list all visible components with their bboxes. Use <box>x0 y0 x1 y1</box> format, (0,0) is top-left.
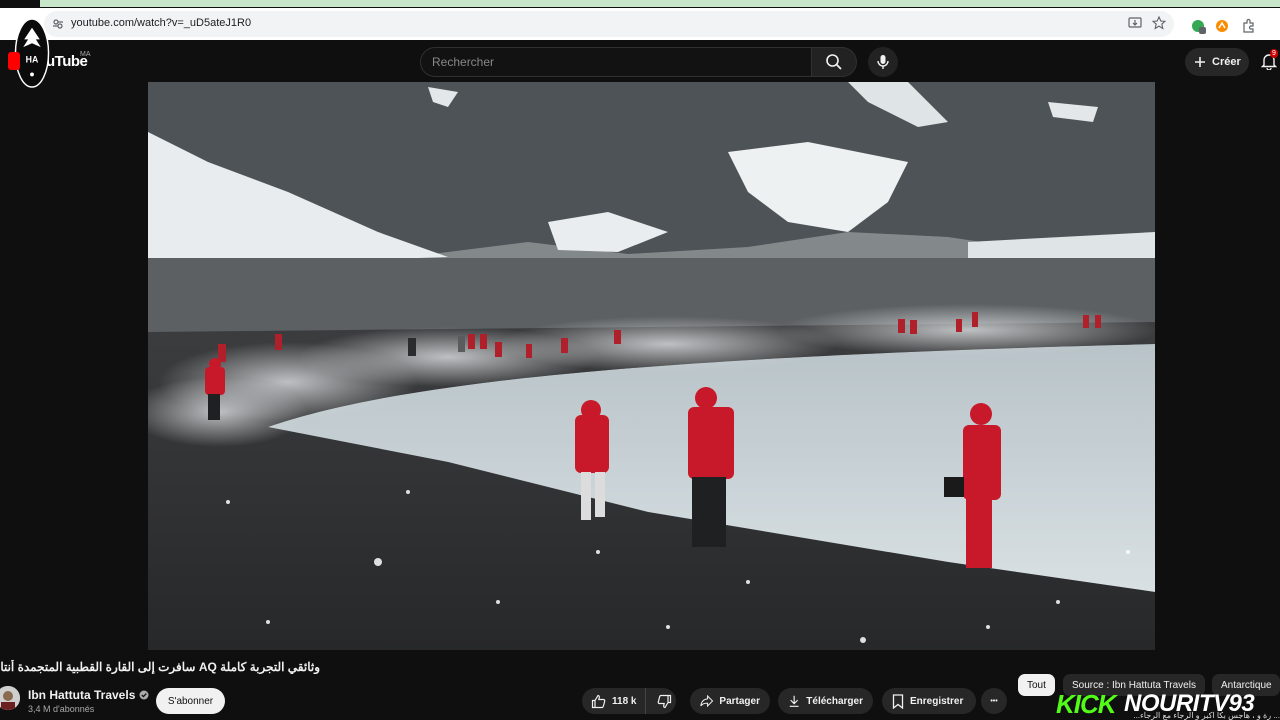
subscriber-count: 3,4 M d'abonnés <box>28 704 95 714</box>
browser-top-strip <box>0 0 1280 8</box>
channel-avatar[interactable] <box>0 686 20 710</box>
search-icon <box>826 54 842 70</box>
chip-all[interactable]: Tout <box>1018 674 1055 696</box>
extension-icon[interactable] <box>1190 18 1206 34</box>
download-label: Télécharger <box>806 695 863 707</box>
search-button[interactable] <box>811 47 857 77</box>
more-actions-button[interactable]: ••• <box>981 688 1007 714</box>
bookmark-icon <box>892 693 904 709</box>
notifications-button[interactable]: 9 <box>1260 49 1279 72</box>
bookmark-star-icon[interactable] <box>1152 16 1166 30</box>
share-button[interactable]: Partager <box>690 688 770 714</box>
svg-text:HA: HA <box>26 55 39 65</box>
youtube-play-logo-icon[interactable] <box>8 52 20 70</box>
site-info-icon[interactable] <box>52 18 64 30</box>
brave-extension-icon[interactable] <box>1214 18 1230 34</box>
notification-count: 9 <box>1270 49 1278 58</box>
channel-name-text[interactable]: Ibn Hattuta Travels <box>28 688 135 702</box>
url-text[interactable]: youtube.com/watch?v=_uD5ateJ1R0 <box>71 17 251 29</box>
address-bar[interactable]: youtube.com/watch?v=_uD5ateJ1R0 <box>44 11 1174 37</box>
more-dots-icon: ••• <box>990 697 998 705</box>
save-button[interactable]: Enregistrer <box>882 688 976 714</box>
like-dislike-group: 118 k <box>582 688 676 714</box>
plus-icon <box>1195 57 1205 67</box>
browser-toolbar: youtube.com/watch?v=_uD5ateJ1R0 <box>0 8 1280 40</box>
create-label: Créer <box>1212 56 1241 68</box>
extensions-puzzle-icon[interactable] <box>1241 18 1257 34</box>
voice-search-button[interactable] <box>868 47 898 77</box>
download-icon <box>789 695 799 707</box>
microphone-icon <box>877 55 889 69</box>
country-code: MA <box>80 51 91 58</box>
verified-badge-icon <box>139 690 149 700</box>
share-icon <box>700 694 714 708</box>
video-frame-antarctic-beach <box>148 82 1155 650</box>
video-title: وثائقي التجربة كاملة AQ سافرت إلى القارة… <box>0 660 320 674</box>
channel-name[interactable]: Ibn Hattuta Travels <box>28 688 149 702</box>
video-player[interactable] <box>148 82 1155 650</box>
youtube-header: uTube MA Créer 9 <box>0 40 1280 82</box>
thumbs-up-icon <box>591 694 606 708</box>
save-label: Enregistrer <box>910 695 964 707</box>
download-button[interactable]: Télécharger <box>778 688 873 714</box>
like-count: 118 k <box>612 695 637 707</box>
ticker-text: ... رة و ، هاجس بكا اكبر و الرجاء مع الر… <box>1133 711 1280 720</box>
search-input[interactable] <box>432 55 802 69</box>
dislike-button[interactable] <box>652 688 676 714</box>
share-label: Partager <box>719 695 760 707</box>
install-app-icon[interactable] <box>1128 16 1142 30</box>
search-box[interactable] <box>420 47 812 77</box>
like-button[interactable]: 118 k <box>582 688 646 714</box>
thumbs-down-icon <box>657 694 671 708</box>
create-button[interactable]: Créer <box>1185 48 1249 76</box>
subscribe-button[interactable]: S'abonner <box>156 688 225 714</box>
